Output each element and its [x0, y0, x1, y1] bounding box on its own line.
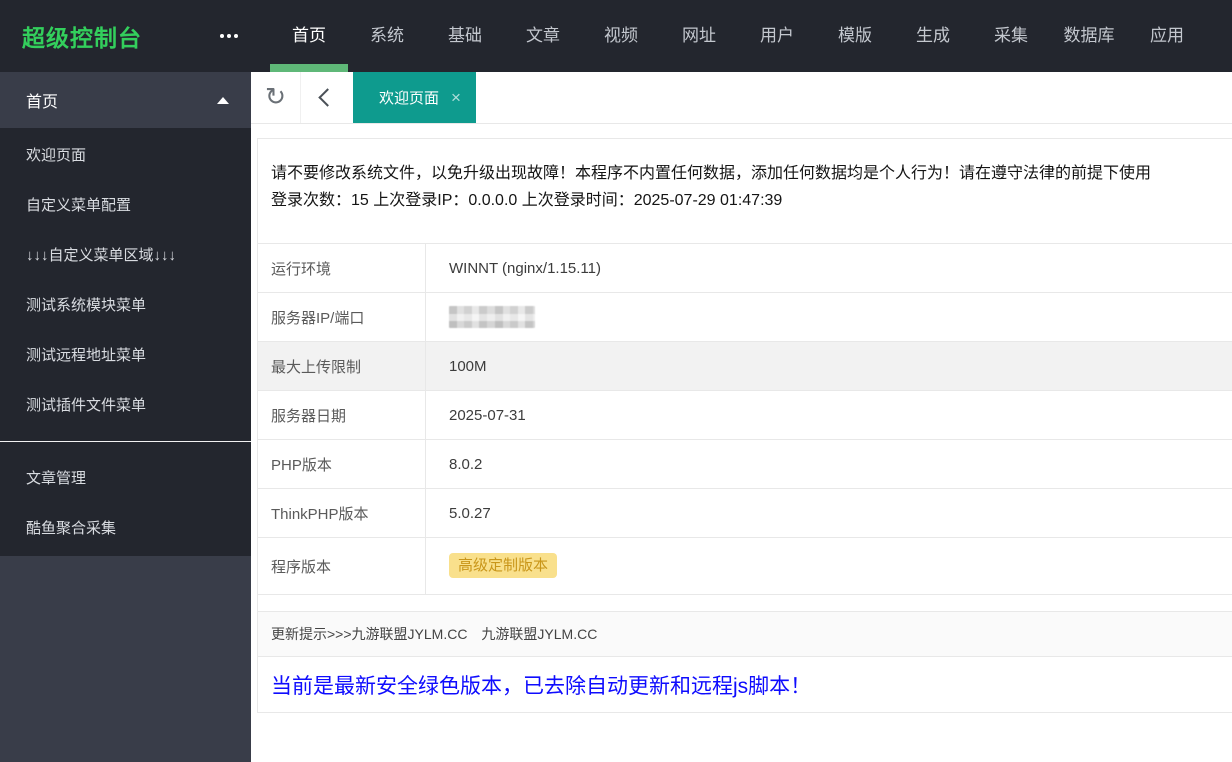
- refresh-icon: ↻: [265, 82, 286, 111]
- nav-item-basic[interactable]: 基础: [426, 0, 504, 72]
- table-row: 服务器日期 2025-07-31: [258, 391, 1232, 440]
- table-row: 运行环境 WINNT (nginx/1.15.11): [258, 244, 1232, 293]
- notice-block: 请不要修改系统文件，以免升级出现故障！本程序不内置任何数据，添加任何数据均是个人…: [258, 139, 1232, 243]
- row-label: PHP版本: [258, 440, 426, 488]
- row-label: 程序版本: [258, 538, 426, 594]
- app-logo: 超级控制台: [22, 25, 142, 51]
- row-value: 2025-07-31: [449, 406, 526, 424]
- row-label: 运行环境: [258, 244, 426, 292]
- table-row: ThinkPHP版本 5.0.27: [258, 489, 1232, 538]
- sidebar-submenu: 欢迎页面 自定义菜单配置 ↓↓↓自定义菜单区域↓↓↓ 测试系统模块菜单 测试远程…: [0, 128, 251, 441]
- main-content: 请不要修改系统文件，以免升级出现故障！本程序不内置任何数据，添加任何数据均是个人…: [251, 123, 1232, 762]
- nav-item-video[interactable]: 视频: [582, 0, 660, 72]
- sidebar-item-custom-menu-config[interactable]: 自定义菜单配置: [0, 181, 251, 231]
- sidebar-section-label: 首页: [26, 94, 59, 111]
- collapse-arrow-icon: [217, 96, 229, 104]
- nav-item-homepage[interactable]: 首页: [270, 0, 348, 72]
- sidebar-item-kuyu-aggregate-collect[interactable]: 酷鱼聚合采集: [0, 504, 251, 554]
- close-icon[interactable]: ×: [451, 89, 461, 106]
- sidebar-item-test-plugin-file-menu[interactable]: 测试插件文件菜单: [0, 381, 251, 431]
- sidebar-item-welcome-page[interactable]: 欢迎页面: [0, 131, 251, 181]
- sidebar-item-test-system-module-menu[interactable]: 测试系统模块菜单: [0, 281, 251, 331]
- table-row: 服务器IP/端口: [258, 293, 1232, 342]
- sidebar: 首页 欢迎页面 自定义菜单配置 ↓↓↓自定义菜单区域↓↓↓ 测试系统模块菜单 测…: [0, 72, 251, 762]
- nav-item-template[interactable]: 模版: [816, 0, 894, 72]
- sidebar-item-article-manage[interactable]: 文章管理: [0, 454, 251, 504]
- tab-welcome-page[interactable]: 欢迎页面 ×: [353, 72, 476, 123]
- back-button[interactable]: [301, 72, 350, 123]
- top-header: 超级控制台 首页 系统 基础 文章 视频 网址 用户 模版 生成 采集 数据库 …: [0, 0, 1232, 72]
- nav-item-database[interactable]: 数据库: [1050, 0, 1128, 72]
- nav-item-collect[interactable]: 采集: [972, 0, 1050, 72]
- row-value: [426, 306, 535, 328]
- row-value: 100M: [449, 357, 487, 375]
- row-value: 高级定制版本: [426, 553, 558, 579]
- row-value: WINNT (nginx/1.15.11): [449, 259, 601, 277]
- nav-item-application[interactable]: 应用: [1128, 0, 1206, 72]
- row-label: 服务器IP/端口: [258, 293, 426, 341]
- row-label: 服务器日期: [258, 391, 426, 439]
- row-label: ThinkPHP版本: [258, 489, 426, 537]
- nav-item-generate[interactable]: 生成: [894, 0, 972, 72]
- welcome-panel: 请不要修改系统文件，以免升级出现故障！本程序不内置任何数据，添加任何数据均是个人…: [257, 138, 1232, 713]
- refresh-button[interactable]: ↻: [251, 72, 301, 123]
- system-notice-text: 请不要修改系统文件，以免升级出现故障！本程序不内置任何数据，添加任何数据均是个人…: [271, 165, 1152, 182]
- nav-item-website[interactable]: 网址: [660, 0, 738, 72]
- status-message: 当前是最新安全绿色版本，已去除自动更新和远程js脚本！: [258, 657, 1232, 713]
- sidebar-submenu-2: 文章管理 酷鱼聚合采集: [0, 442, 251, 556]
- table-row: 程序版本 高级定制版本: [258, 538, 1232, 595]
- table-row: 最大上传限制 100M: [258, 342, 1232, 391]
- sidebar-item-custom-menu-area[interactable]: ↓↓↓自定义菜单区域↓↓↓: [0, 231, 251, 281]
- more-icon[interactable]: [217, 28, 241, 44]
- update-notice-bar: 更新提示>>>九游联盟JYLM.CC 九游联盟JYLM.CC: [258, 611, 1232, 657]
- nav-item-user[interactable]: 用户: [738, 0, 816, 72]
- row-value: 8.0.2: [449, 455, 483, 473]
- row-label: 最大上传限制: [258, 342, 426, 390]
- chevron-left-icon: [318, 88, 337, 107]
- sidebar-section-home[interactable]: 首页: [0, 72, 251, 128]
- top-navigation: 首页 系统 基础 文章 视频 网址 用户 模版 生成 采集 数据库 应用: [270, 0, 1206, 72]
- tab-bar: ↻ 欢迎页面 ×: [251, 72, 1232, 124]
- version-badge: 高级定制版本: [449, 553, 558, 579]
- nav-item-article[interactable]: 文章: [504, 0, 582, 72]
- logo-area: 超级控制台: [0, 0, 251, 72]
- tab-label: 欢迎页面: [379, 90, 440, 107]
- sidebar-item-test-remote-address-menu[interactable]: 测试远程地址菜单: [0, 331, 251, 381]
- table-row: PHP版本 8.0.2: [258, 440, 1232, 489]
- nav-item-system[interactable]: 系统: [348, 0, 426, 72]
- login-info-text: 登录次数：15 上次登录IP：0.0.0.0 上次登录时间：2025-07-29…: [271, 192, 783, 209]
- server-ip-redacted-value: [449, 306, 535, 328]
- row-value: 5.0.27: [449, 504, 491, 522]
- system-info-table: 运行环境 WINNT (nginx/1.15.11) 服务器IP/端口 最大上传…: [258, 243, 1232, 595]
